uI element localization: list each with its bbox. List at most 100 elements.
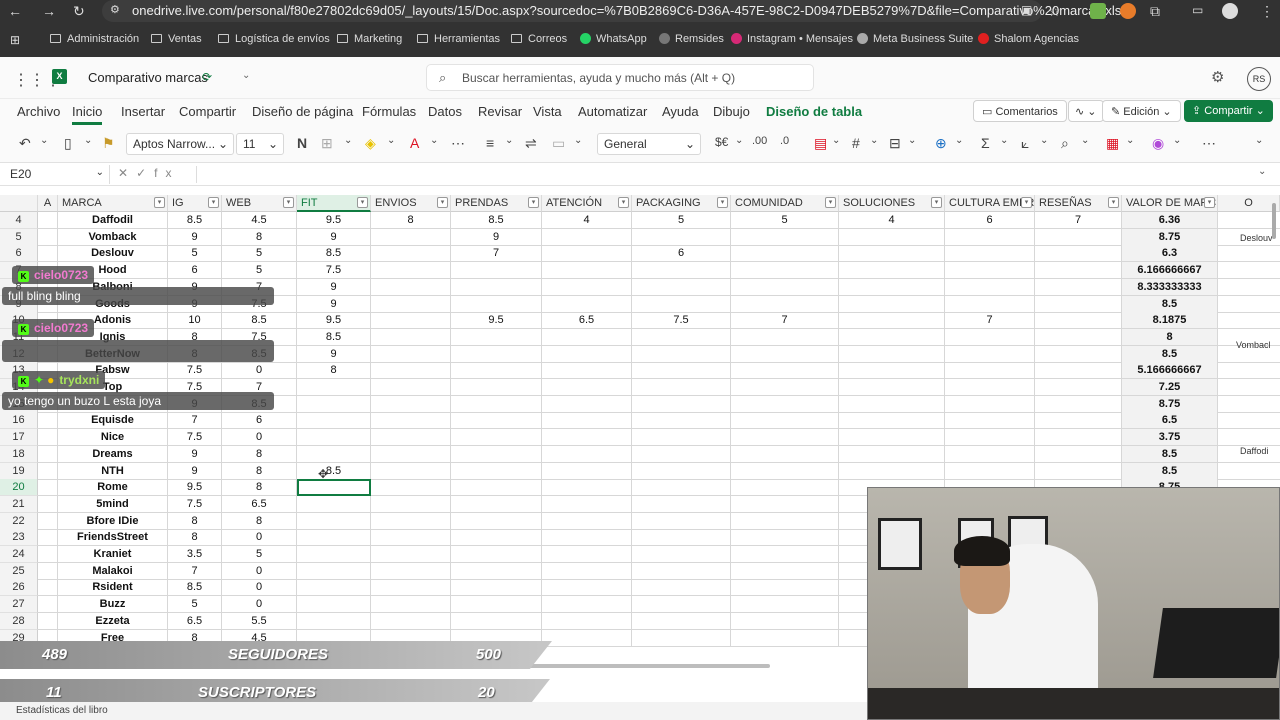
filter-dropdown-icon[interactable]: ▾	[208, 197, 219, 208]
table-cell[interactable]	[297, 379, 371, 396]
table-cell[interactable]: 9	[297, 228, 371, 246]
find-icon[interactable]: ⌕	[1061, 135, 1069, 152]
row-header[interactable]: 26	[0, 579, 38, 597]
table-cell[interactable]: 6	[168, 262, 222, 280]
bold-button[interactable]: N	[297, 135, 307, 151]
table-cell[interactable]	[38, 529, 58, 547]
table-cell[interactable]: 6.166666667	[1122, 262, 1218, 280]
filter-dropdown-icon[interactable]: ▾	[1021, 197, 1032, 208]
table-cell[interactable]: 9	[297, 295, 371, 313]
table-cell[interactable]: 7.25	[1122, 379, 1218, 396]
font-family-select[interactable]: Aptos Narrow... ⌄	[126, 133, 234, 155]
row-header[interactable]: 6	[0, 245, 38, 263]
table-cell[interactable]	[945, 278, 1035, 296]
table-cell[interactable]	[1218, 412, 1280, 430]
table-cell[interactable]	[451, 512, 542, 530]
table-cell[interactable]	[632, 579, 731, 597]
table-cell[interactable]	[839, 245, 945, 263]
table-cell[interactable]: Buzz	[58, 596, 168, 614]
table-cell[interactable]	[1035, 412, 1122, 430]
table-cell[interactable]	[731, 278, 839, 296]
table-cell[interactable]	[542, 379, 632, 396]
column-header[interactable]: ATENCIÓN ▾	[542, 195, 632, 212]
table-cell[interactable]	[1035, 462, 1122, 480]
table-cell[interactable]	[731, 295, 839, 313]
table-cell[interactable]: 8	[222, 462, 297, 480]
row-header[interactable]: 17	[0, 429, 38, 447]
extension-icon[interactable]	[1090, 3, 1106, 19]
conditional-format-icon[interactable]: ▤	[814, 135, 827, 152]
table-cell[interactable]	[1035, 445, 1122, 463]
table-cell[interactable]	[731, 546, 839, 563]
increase-decimal-icon[interactable]: .0	[780, 135, 789, 147]
table-cell[interactable]	[38, 512, 58, 530]
table-cell[interactable]	[839, 328, 945, 346]
table-cell[interactable]: Rsident	[58, 579, 168, 597]
currency-icon[interactable]: $€	[715, 135, 728, 149]
chevron-down-icon[interactable]: ⌄	[40, 135, 48, 146]
copilot-icon[interactable]: ◉	[1152, 135, 1164, 152]
table-cell[interactable]	[371, 262, 451, 280]
column-header[interactable]: IG ▾	[168, 195, 222, 212]
table-cell[interactable]	[945, 328, 1035, 346]
table-cell[interactable]	[1218, 245, 1280, 263]
table-cell[interactable]	[38, 612, 58, 630]
table-cell[interactable]: 8.5	[297, 245, 371, 263]
edit-mode-button[interactable]: ✎ Edición ⌄	[1102, 100, 1181, 122]
borders-icon[interactable]: ⊞	[321, 135, 333, 152]
table-cell[interactable]: 8.5	[1122, 445, 1218, 463]
table-cell[interactable]	[451, 278, 542, 296]
table-cell[interactable]: 5	[168, 245, 222, 263]
table-cell[interactable]	[1218, 463, 1280, 480]
table-cell[interactable]: 7	[1035, 212, 1122, 229]
table-cell[interactable]	[38, 479, 58, 497]
table-cell[interactable]	[451, 362, 542, 380]
column-header[interactable]: CULTURA EMPR ▾	[945, 195, 1035, 212]
table-cell[interactable]	[451, 562, 542, 580]
filter-dropdown-icon[interactable]: ▾	[528, 197, 539, 208]
table-cell[interactable]: Deslouv	[58, 245, 168, 263]
table-cell[interactable]	[632, 529, 731, 547]
bookmark-folder[interactable]: Administración	[50, 33, 139, 45]
table-cell[interactable]	[945, 379, 1035, 396]
extensions-puzzle-icon[interactable]: ⧉	[1150, 3, 1160, 20]
table-cell[interactable]	[1035, 228, 1122, 246]
table-cell[interactable]	[632, 278, 731, 296]
sidebar-icon[interactable]: ▭	[1192, 3, 1203, 17]
table-cell[interactable]: 8.75	[1122, 228, 1218, 246]
table-cell[interactable]: 9	[168, 445, 222, 463]
table-cell[interactable]: 8	[371, 212, 451, 229]
table-cell[interactable]	[451, 295, 542, 313]
chevron-down-icon[interactable]: ⌄	[1258, 166, 1266, 177]
chevron-down-icon[interactable]: ⌄	[1081, 135, 1089, 146]
table-cell[interactable]: 7.5	[168, 495, 222, 513]
table-cell[interactable]: 7.5	[297, 262, 371, 280]
table-cell[interactable]: 4	[542, 212, 632, 229]
table-cell[interactable]	[839, 345, 945, 363]
chevron-down-icon[interactable]: ⌄	[870, 135, 878, 146]
browser-menu-icon[interactable]: ⋮	[1260, 3, 1274, 20]
table-cell[interactable]: Daffodil	[58, 212, 168, 229]
table-cell[interactable]	[731, 512, 839, 530]
table-cell[interactable]	[632, 362, 731, 380]
share-button[interactable]: ⇪ Compartir ⌄	[1184, 100, 1273, 122]
table-cell[interactable]	[371, 245, 451, 263]
column-header-letter[interactable]: O	[1218, 195, 1280, 212]
chevron-down-icon[interactable]: ⌄	[1173, 135, 1181, 146]
table-cell[interactable]: 8.5	[297, 462, 371, 480]
catchup-button[interactable]: ∿ ⌄	[1068, 100, 1104, 122]
table-cell[interactable]	[38, 596, 58, 614]
table-cell[interactable]	[1035, 429, 1122, 447]
forward-icon[interactable]: →	[42, 3, 56, 19]
table-cell[interactable]: 8.5	[1122, 462, 1218, 480]
table-cell[interactable]	[731, 395, 839, 413]
chevron-down-icon[interactable]: ⌄	[735, 135, 743, 146]
table-cell[interactable]	[945, 228, 1035, 246]
filter-dropdown-icon[interactable]: ▾	[825, 197, 836, 208]
number-format-select[interactable]: General ⌄	[597, 133, 701, 155]
table-cell[interactable]	[632, 612, 731, 630]
table-cell[interactable]	[1035, 245, 1122, 263]
table-cell[interactable]: 8.75	[1122, 395, 1218, 413]
table-cell[interactable]: 8.5	[451, 212, 542, 229]
table-cell[interactable]	[731, 462, 839, 480]
